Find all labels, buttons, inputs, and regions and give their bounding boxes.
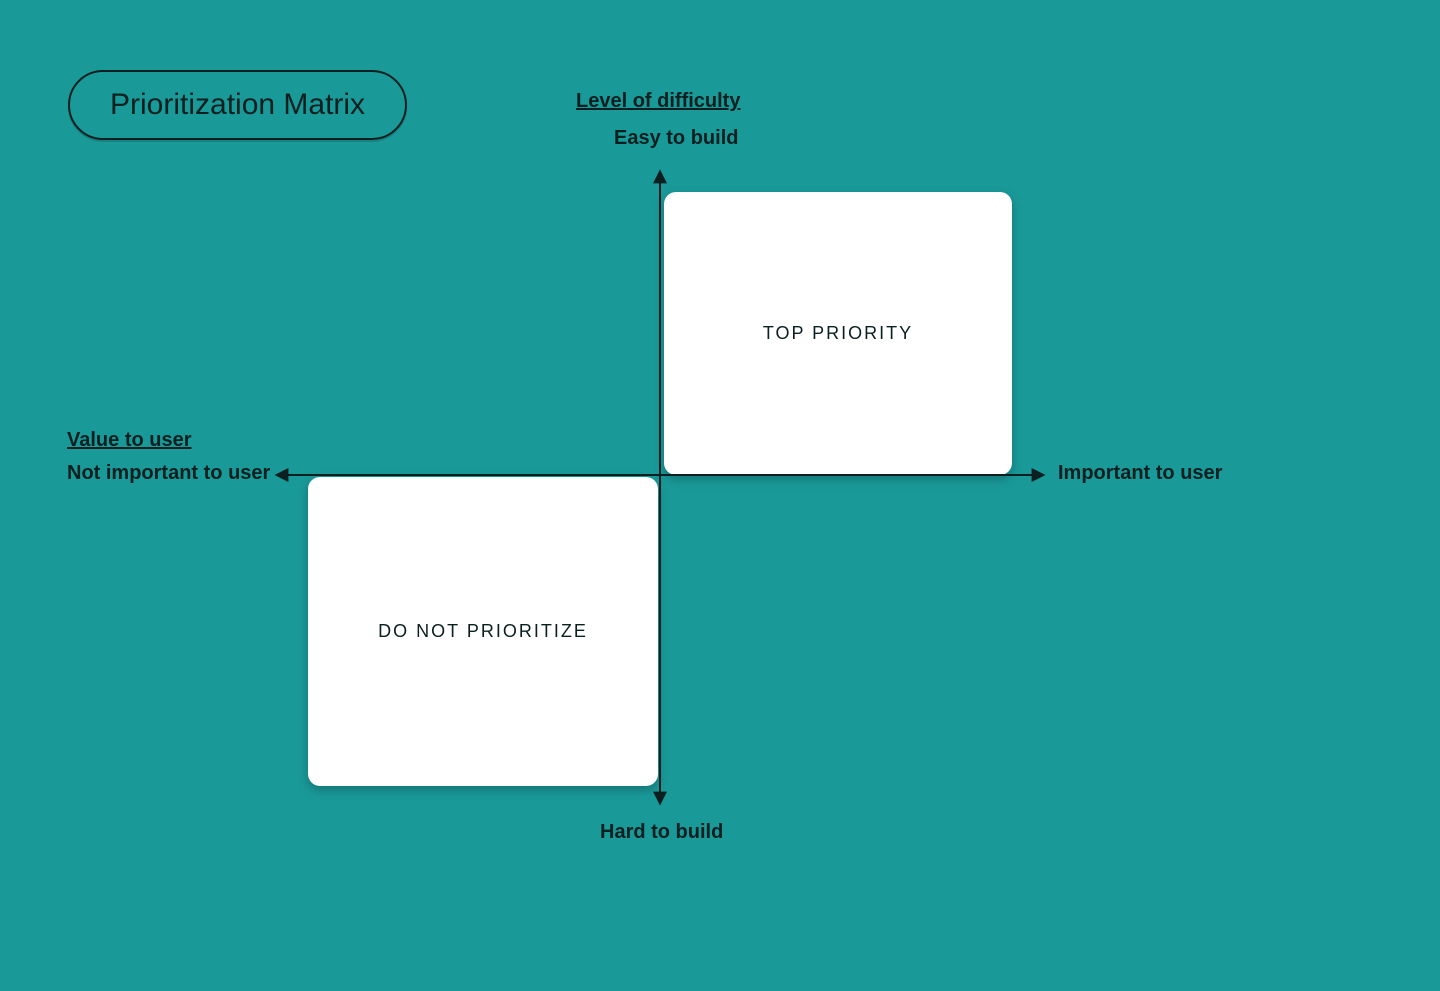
x-axis-title: Value to user <box>67 429 192 452</box>
x-axis-right-label: Important to user <box>1058 462 1222 485</box>
y-axis-title: Level of difficulty <box>576 90 740 113</box>
x-axis-left-label: Not important to user <box>67 462 270 485</box>
prioritization-diagram: TOP PRIORITY DO NOT PRIORITIZE Level of … <box>0 0 1440 991</box>
y-axis-bottom-label: Hard to build <box>600 821 723 844</box>
y-axis-top-label: Easy to build <box>614 127 738 150</box>
